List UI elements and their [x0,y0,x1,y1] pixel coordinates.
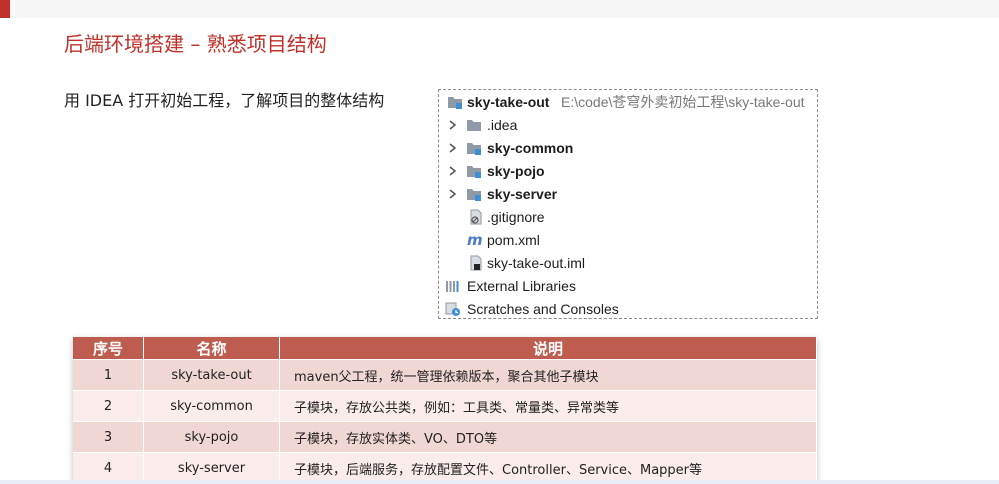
tree-root-path: E:\code\苍穹外卖初始工程\sky-take-out [561,94,805,110]
slide-subtitle: 用 IDEA 打开初始工程，了解项目的整体结构 [64,91,385,110]
tree-item-iml[interactable]: sky-take-out.iml [439,252,817,274]
gitignore-file-icon [468,209,484,225]
tree-root-row[interactable]: sky-take-out E:\code\苍穹外卖初始工程\sky-take-o… [439,91,817,113]
table-row: 1 sky-take-out maven父工程，统一管理依赖版本，聚合其他子模块 [73,359,817,391]
cell-index: 1 [73,359,144,391]
column-header-description: 说明 [279,337,817,360]
cell-description: 子模块，存放实体类、VO、DTO等 [279,421,817,453]
tree-item-label: pom.xml [487,232,540,248]
chevron-right-icon[interactable] [447,183,459,205]
cell-name: sky-pojo [143,421,280,453]
tree-item-label: Scratches and Consoles [467,301,619,317]
tree-item-external-libraries[interactable]: External Libraries [439,275,817,297]
svg-text:m: m [467,232,483,248]
table-header-row: 序号 名称 说明 [73,337,817,360]
maven-icon: m [467,231,483,249]
module-folder-icon [447,94,463,110]
scratches-icon [445,301,461,317]
tree-item-label: sky-pojo [487,163,545,179]
table-row: 3 sky-pojo 子模块，存放实体类、VO、DTO等 [73,421,817,453]
folder-icon [466,117,482,133]
iml-file-icon [468,255,484,271]
cell-description: 子模块，后端服务，存放配置文件、Controller、Service、Mappe… [279,452,817,483]
libraries-icon [445,278,461,294]
tree-item-scratches[interactable]: Scratches and Consoles [439,298,817,320]
tree-item-label: .gitignore [487,209,545,225]
brand-accent-mark [0,0,10,18]
tree-item-gitignore[interactable]: .gitignore [439,206,817,228]
tree-item-sky-pojo[interactable]: sky-pojo [439,160,817,182]
cell-name: sky-server [143,452,280,483]
tree-item-label: sky-take-out.iml [487,255,586,271]
column-header-name: 名称 [143,337,280,360]
column-header-index: 序号 [73,337,144,360]
cell-name: sky-common [143,390,280,422]
cell-index: 3 [73,421,144,453]
cell-description: 子模块，存放公共类，例如：工具类、常量类、异常类等 [279,390,817,422]
tree-item-sky-server[interactable]: sky-server [439,183,817,205]
module-folder-icon [466,163,482,179]
tree-item-label: .idea [487,117,518,133]
bottom-bar [0,480,999,484]
cell-index: 2 [73,390,144,422]
cell-index: 4 [73,452,144,483]
cell-name: sky-take-out [143,359,280,391]
tree-item-pom[interactable]: m pom.xml [439,229,817,251]
table-row: 4 sky-server 子模块，后端服务，存放配置文件、Controller、… [73,452,817,483]
cell-description: maven父工程，统一管理依赖版本，聚合其他子模块 [279,359,817,391]
chevron-right-icon[interactable] [447,137,459,159]
top-bar [0,0,999,18]
tree-item-idea[interactable]: .idea [439,114,817,136]
chevron-right-icon[interactable] [447,160,459,182]
module-folder-icon [466,140,482,156]
slide-title: 后端环境搭建 – 熟悉项目结构 [64,32,327,56]
tree-item-sky-common[interactable]: sky-common [439,137,817,159]
project-tree-panel: sky-take-out E:\code\苍穹外卖初始工程\sky-take-o… [438,89,818,319]
tree-item-label: sky-server [487,186,558,202]
tree-item-label: External Libraries [467,278,576,294]
table-row: 2 sky-common 子模块，存放公共类，例如：工具类、常量类、异常类等 [73,390,817,422]
chevron-right-icon[interactable] [447,114,459,136]
tree-root-name: sky-take-out [467,94,550,110]
module-folder-icon [466,186,482,202]
tree-item-label: sky-common [487,140,574,156]
module-table: 序号 名称 说明 1 sky-take-out maven父工程，统一管理依赖版… [73,337,817,483]
